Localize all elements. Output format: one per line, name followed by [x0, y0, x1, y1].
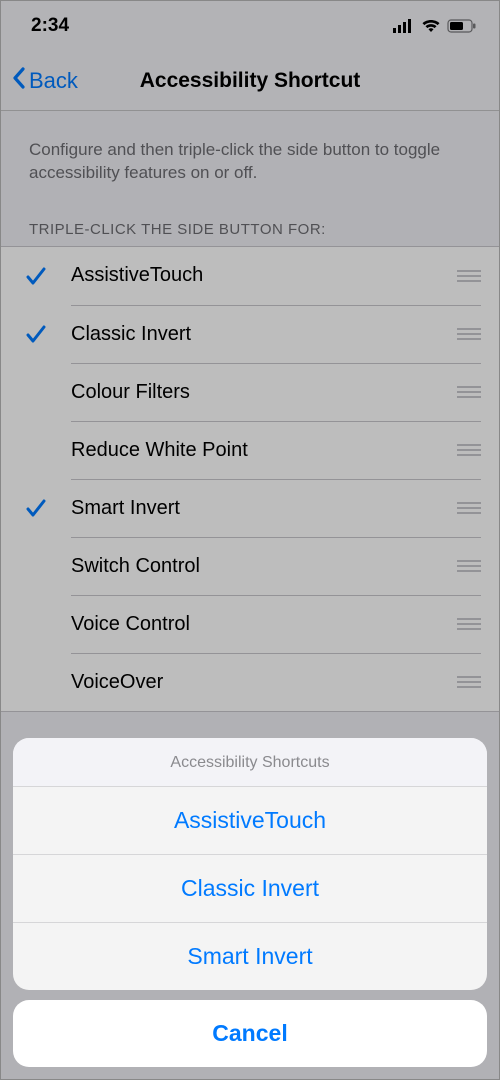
- action-sheet-item[interactable]: Classic Invert: [13, 855, 487, 923]
- action-sheet-group: Accessibility Shortcuts AssistiveTouchCl…: [13, 738, 487, 990]
- action-sheet: Accessibility Shortcuts AssistiveTouchCl…: [13, 738, 487, 1067]
- action-sheet-title: Accessibility Shortcuts: [13, 738, 487, 787]
- cancel-button[interactable]: Cancel: [13, 1000, 487, 1067]
- action-sheet-item[interactable]: Smart Invert: [13, 923, 487, 990]
- action-sheet-item[interactable]: AssistiveTouch: [13, 787, 487, 855]
